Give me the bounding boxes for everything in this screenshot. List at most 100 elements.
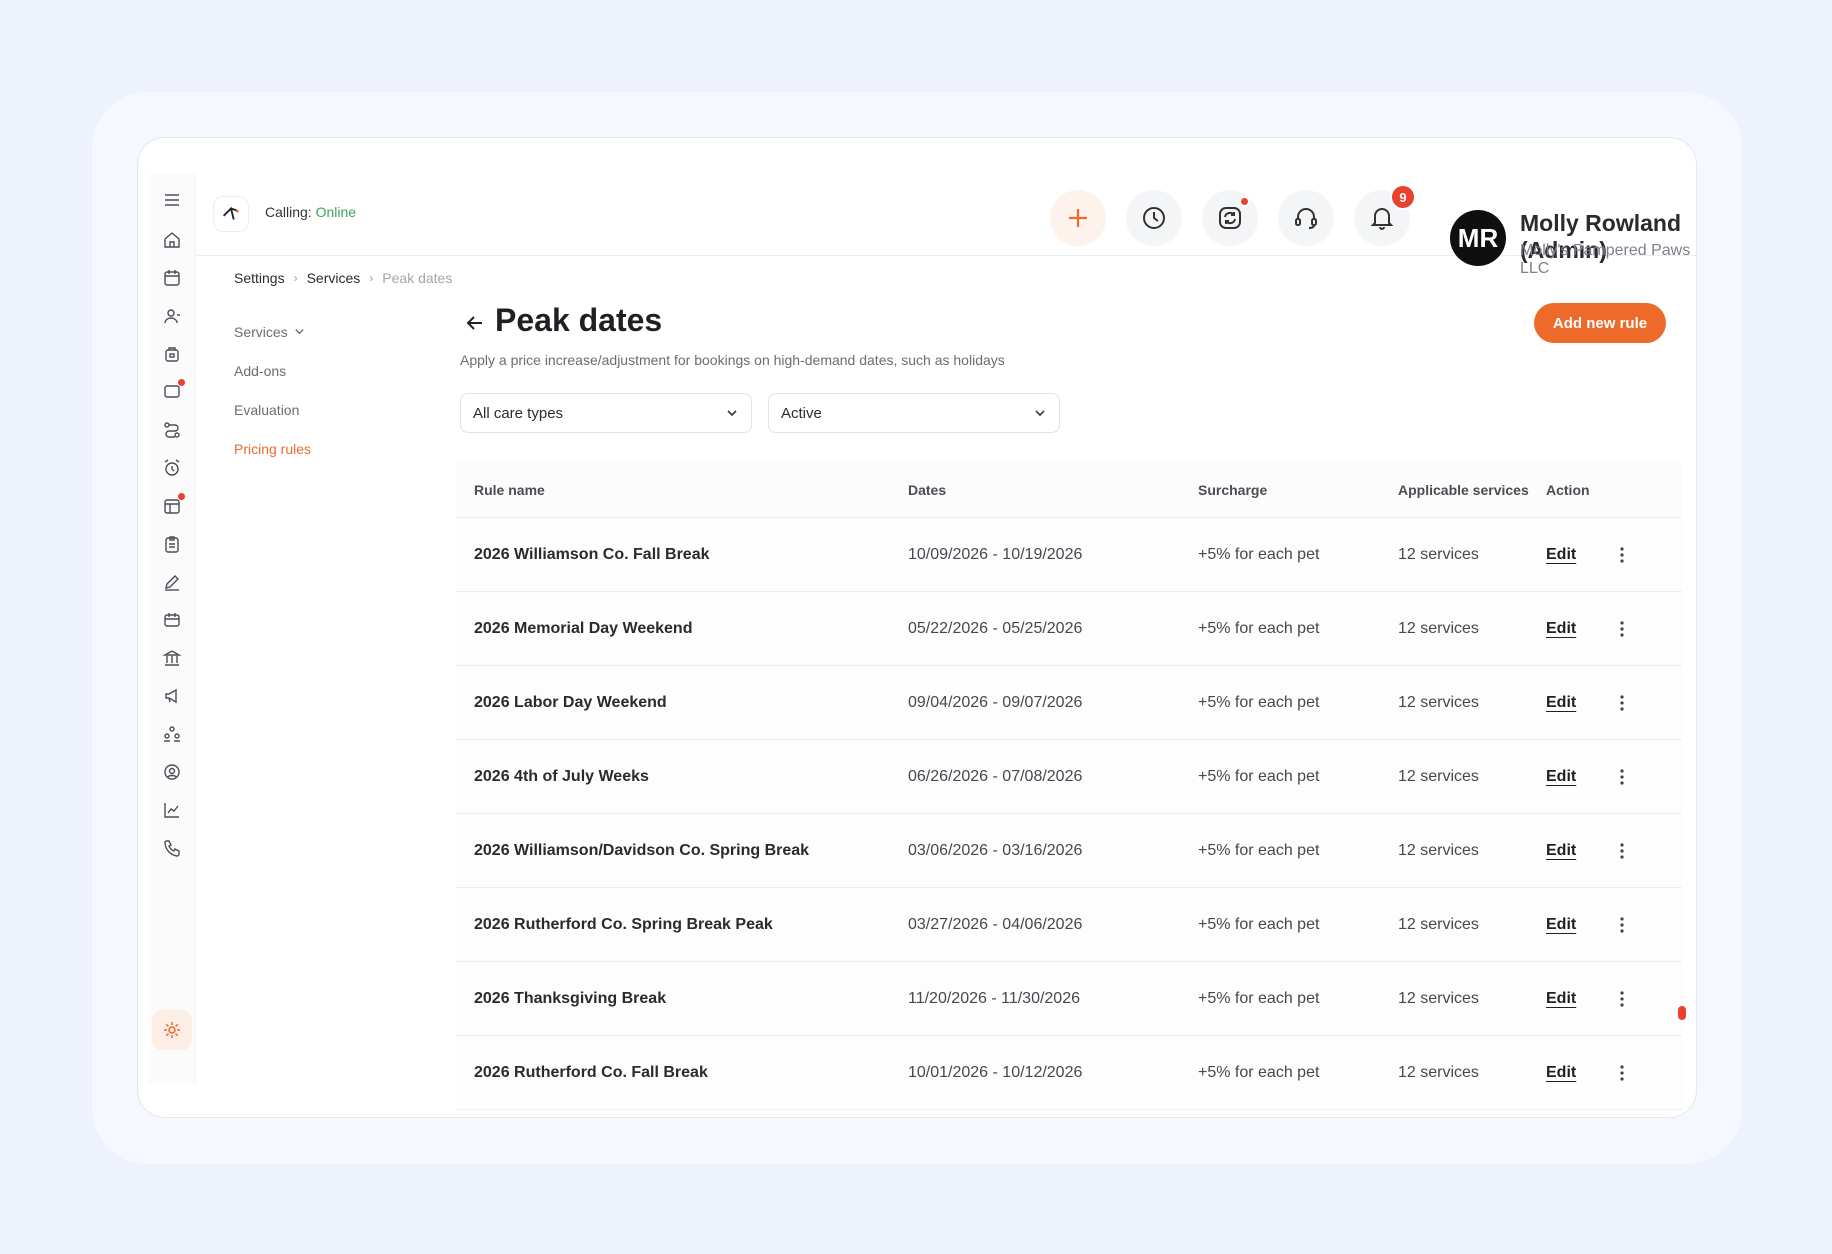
scroll-indicator[interactable] — [1678, 1006, 1686, 1020]
more-options-icon[interactable] — [1614, 915, 1630, 935]
services-cell: 12 services — [1398, 545, 1479, 563]
bank-icon[interactable] — [162, 648, 182, 668]
schedule-icon[interactable] — [162, 493, 185, 516]
sync-icon — [1219, 207, 1241, 229]
services-cell: 12 services — [1398, 693, 1479, 711]
calling-label: Calling: — [265, 204, 312, 220]
settings-icon[interactable] — [162, 1020, 182, 1040]
submenu-item-pricing-rules[interactable]: Pricing rules — [234, 429, 311, 468]
bell-icon — [1370, 208, 1394, 230]
calendar-icon[interactable] — [162, 268, 182, 288]
calling-status: Calling: Online — [265, 204, 356, 220]
sync-button[interactable] — [1202, 190, 1258, 246]
edit-link[interactable]: Edit — [1546, 546, 1576, 564]
edit-link[interactable]: Edit — [1546, 916, 1576, 934]
services-cell: 12 services — [1398, 841, 1479, 859]
breadcrumb-separator-icon: › — [293, 271, 298, 285]
rule-name-cell: 2026 Thanksgiving Break — [474, 989, 667, 1007]
sidebar-rail — [148, 174, 196, 1084]
table-header-row: Rule name Dates Surcharge Applicable ser… — [456, 462, 1682, 518]
breadcrumb-services[interactable]: Services — [307, 270, 361, 286]
bag-icon[interactable] — [162, 344, 182, 364]
dates-cell: 09/04/2026 - 09/07/2026 — [908, 693, 1083, 711]
column-header-dates: Dates — [908, 481, 947, 498]
breadcrumb-separator-icon: › — [369, 271, 374, 285]
submenu-services-label: Services — [234, 323, 288, 340]
more-options-icon[interactable] — [1614, 841, 1630, 861]
table-row[interactable]: 2026 Memorial Day Weekend 05/22/2026 - 0… — [456, 592, 1682, 666]
team-icon[interactable] — [162, 724, 182, 744]
rule-name-cell: 2026 Memorial Day Weekend — [474, 619, 693, 637]
action-cell: Edit — [1546, 915, 1682, 935]
alarm-icon[interactable] — [162, 458, 182, 478]
dates-cell: 05/22/2026 - 05/25/2026 — [908, 619, 1083, 637]
phone-icon[interactable] — [162, 838, 182, 858]
more-options-icon[interactable] — [1614, 767, 1630, 787]
dates-cell: 06/26/2026 - 07/08/2026 — [908, 767, 1083, 785]
add-new-rule-button[interactable]: Add new rule — [1534, 303, 1666, 343]
services-cell: 12 services — [1398, 1063, 1479, 1081]
clipboard-icon[interactable] — [162, 534, 182, 554]
routes-icon[interactable] — [162, 420, 182, 440]
edit-link[interactable]: Edit — [1546, 620, 1576, 638]
more-options-icon[interactable] — [1614, 989, 1630, 1009]
clients-icon[interactable] — [162, 306, 182, 326]
settings-submenu: Services Add-ons Evaluation Pricing rule… — [234, 312, 311, 468]
surcharge-cell: +5% for each pet — [1198, 693, 1320, 711]
back-arrow-icon[interactable] — [464, 312, 486, 334]
more-options-icon[interactable] — [1614, 693, 1630, 713]
edit-link[interactable]: Edit — [1546, 1064, 1576, 1082]
support-button[interactable] — [1278, 190, 1334, 246]
pet-profile-icon[interactable] — [162, 762, 182, 782]
edit-link[interactable]: Edit — [1546, 768, 1576, 786]
submenu-item-evaluation[interactable]: Evaluation — [234, 390, 311, 429]
more-options-icon[interactable] — [1614, 1063, 1630, 1083]
reports-icon[interactable] — [162, 800, 182, 820]
dates-cell: 10/09/2026 - 10/19/2026 — [908, 545, 1083, 563]
pen-icon[interactable] — [162, 572, 182, 592]
home-icon[interactable] — [162, 230, 182, 250]
table-row[interactable]: 2026 Rutherford Co. Spring Break Peak 03… — [456, 888, 1682, 962]
edit-link[interactable]: Edit — [1546, 842, 1576, 860]
edit-link[interactable]: Edit — [1546, 990, 1576, 1008]
messages-icon[interactable] — [162, 379, 185, 402]
notifications-button[interactable]: 9 — [1354, 184, 1416, 246]
breadcrumb-settings[interactable]: Settings — [234, 270, 285, 286]
table-row[interactable]: 2026 4th of July Weeks 06/26/2026 - 07/0… — [456, 740, 1682, 814]
rule-name-cell: 2026 Williamson/Davidson Co. Spring Brea… — [474, 841, 810, 859]
rule-name-cell: 2026 Rutherford Co. Fall Break — [474, 1063, 708, 1081]
unread-dot — [178, 379, 185, 386]
table-row[interactable]: 2026 Thanksgiving Break 11/20/2026 - 11/… — [456, 962, 1682, 1036]
rule-name-cell: 2026 Williamson Co. Fall Break — [474, 545, 710, 563]
care-type-select[interactable]: All care types — [460, 393, 752, 433]
edit-link[interactable]: Edit — [1546, 694, 1576, 712]
clock-icon — [1143, 207, 1165, 229]
ticket-icon[interactable] — [162, 610, 182, 630]
table-row[interactable]: 2026 Williamson Co. Fall Break 10/09/202… — [456, 518, 1682, 592]
more-options-icon[interactable] — [1614, 545, 1630, 565]
services-cell: 12 services — [1398, 989, 1479, 1007]
services-cell: 12 services — [1398, 767, 1479, 785]
sync-alert-dot — [1239, 196, 1250, 207]
submenu-item-addons[interactable]: Add-ons — [234, 351, 311, 390]
action-cell: Edit — [1546, 989, 1682, 1009]
status-select[interactable]: Active — [768, 393, 1060, 433]
quick-add-button[interactable] — [1050, 190, 1106, 246]
action-cell: Edit — [1546, 545, 1682, 565]
rule-name-cell: 2026 Rutherford Co. Spring Break Peak — [474, 915, 773, 933]
column-header-rule-name: Rule name — [474, 481, 545, 498]
more-options-icon[interactable] — [1614, 619, 1630, 639]
avatar[interactable]: MR — [1450, 210, 1506, 266]
megaphone-icon[interactable] — [162, 686, 182, 706]
submenu-item-services[interactable]: Services — [234, 312, 311, 351]
table-row[interactable]: 2026 Rutherford Co. Fall Break 10/01/202… — [456, 1036, 1682, 1110]
chevron-down-icon — [1035, 410, 1045, 417]
menu-icon[interactable] — [162, 190, 182, 210]
app-logo[interactable] — [213, 196, 249, 232]
column-header-action: Action — [1546, 481, 1590, 498]
table-row[interactable]: 2026 Labor Day Weekend 09/04/2026 - 09/0… — [456, 666, 1682, 740]
rule-name-cell: 2026 4th of July Weeks — [474, 767, 649, 785]
history-button[interactable] — [1126, 190, 1182, 246]
plus-icon — [1069, 209, 1087, 227]
table-row[interactable]: 2026 Williamson/Davidson Co. Spring Brea… — [456, 814, 1682, 888]
